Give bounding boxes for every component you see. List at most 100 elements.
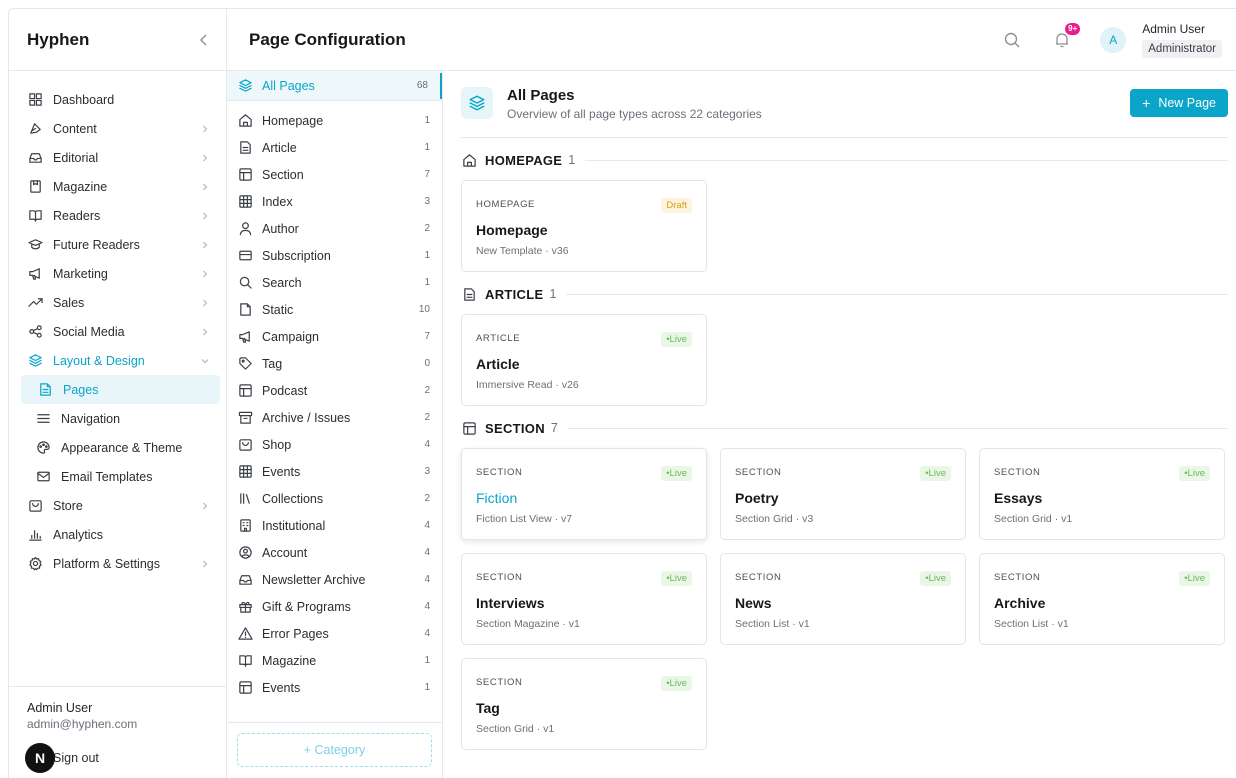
category-events[interactable]: Events 3 — [227, 458, 442, 485]
sidebar-item-dashboard[interactable]: Dashboard — [9, 85, 226, 114]
sidebar-item-editorial[interactable]: Editorial — [9, 143, 226, 172]
page-groups: HOMEPAGE 1 HOMEPAGE Draft Homepage New T… — [461, 148, 1228, 750]
sidebar-item-label: Layout & Design — [53, 353, 145, 368]
category-label: Gift & Programs — [262, 599, 351, 614]
content-title: All Pages — [507, 87, 575, 104]
content-header: All Pages Overview of all page types acr… — [461, 87, 1228, 138]
content-panel: All Pages Overview of all page types acr… — [443, 71, 1236, 778]
content-icon — [27, 121, 43, 137]
tag-icon — [237, 356, 253, 372]
group-count: 1 — [549, 287, 557, 301]
category-newsletter-archive[interactable]: Newsletter Archive 4 — [227, 566, 442, 593]
card-name: Essays — [994, 490, 1043, 506]
category-label: Static — [262, 302, 294, 317]
chevron-right-icon — [200, 211, 210, 221]
page-card[interactable]: SECTION •Live Tag Section Grid · v1 — [461, 658, 707, 750]
chevron-right-icon — [200, 298, 210, 308]
sidebar-item-sales[interactable]: Sales — [9, 288, 226, 317]
category-error-pages[interactable]: Error Pages 4 — [227, 620, 442, 647]
group-header: HOMEPAGE 1 — [461, 148, 1228, 172]
card-type: SECTION — [476, 572, 523, 583]
category-section[interactable]: Section 7 — [227, 161, 442, 188]
category-account[interactable]: Account 4 — [227, 539, 442, 566]
page-card[interactable]: SECTION •Live Fiction Fiction List View … — [461, 448, 707, 540]
sidebar-item-readers[interactable]: Readers — [9, 201, 226, 230]
notifications-button[interactable]: 9+ — [1052, 22, 1081, 50]
category-article[interactable]: Article 1 — [227, 134, 442, 161]
sidebar-item-label: Navigation — [61, 411, 121, 426]
sign-out-button[interactable]: N Sign out — [25, 743, 208, 773]
category-search[interactable]: Search 1 — [227, 269, 442, 296]
category-archive-issues[interactable]: Archive / Issues 2 — [227, 404, 442, 431]
n-logo-icon[interactable]: N — [25, 743, 55, 773]
card-grid: HOMEPAGE Draft Homepage New Template · v… — [461, 180, 1228, 272]
category-campaign[interactable]: Campaign 7 — [227, 323, 442, 350]
category-all-pages[interactable]: All Pages 68 — [227, 71, 442, 101]
category-tag[interactable]: Tag 0 — [227, 350, 442, 377]
category-author[interactable]: Author 2 — [227, 215, 442, 242]
category-count: 1 — [424, 277, 430, 288]
category-count: 4 — [424, 601, 430, 612]
sidebar-item-label: Readers — [53, 208, 101, 223]
sidebar-item-email-templates[interactable]: Email Templates — [9, 462, 226, 491]
category-shop[interactable]: Shop 4 — [227, 431, 442, 458]
sidebar-item-navigation[interactable]: Navigation — [9, 404, 226, 433]
chevron-right-icon — [200, 269, 210, 279]
category-magazine[interactable]: Magazine 1 — [227, 647, 442, 674]
category-collections[interactable]: Collections 2 — [227, 485, 442, 512]
page-card[interactable]: SECTION •Live Archive Section List · v1 — [979, 553, 1225, 645]
sidebar-item-analytics[interactable]: Analytics — [9, 520, 226, 549]
card-name: Archive — [994, 595, 1046, 611]
category-static[interactable]: Static 10 — [227, 296, 442, 323]
group-header: ARTICLE 1 — [461, 282, 1228, 306]
category-index[interactable]: Index 3 — [227, 188, 442, 215]
sidebar-item-label: Marketing — [53, 266, 108, 281]
page-card[interactable]: SECTION •Live Interviews Section Magazin… — [461, 553, 707, 645]
sidebar-item-layout-design[interactable]: Layout & Design — [9, 346, 226, 375]
collapse-sidebar-icon[interactable] — [198, 33, 210, 47]
user-icon — [237, 221, 253, 237]
search-icon[interactable] — [1002, 30, 1022, 50]
category-subscription[interactable]: Subscription 1 — [227, 242, 442, 269]
add-category-button[interactable]: + Category — [237, 733, 432, 767]
page-card[interactable]: SECTION •Live Poetry Section Grid · v3 — [720, 448, 966, 540]
sidebar-item-magazine[interactable]: Magazine — [9, 172, 226, 201]
card-type: HOMEPAGE — [476, 199, 535, 210]
page-card[interactable]: SECTION •Live Essays Section Grid · v1 — [979, 448, 1225, 540]
category-list: Homepage 1 Article 1 Section 7 Index 3 A… — [227, 101, 442, 701]
dashboard-icon — [27, 92, 43, 108]
category-panel: All Pages 68 Homepage 1 Article 1 Sectio… — [227, 71, 443, 778]
chevron-right-icon — [200, 182, 210, 192]
sidebar-item-label: Store — [53, 498, 83, 513]
category-podcast[interactable]: Podcast 2 — [227, 377, 442, 404]
category-homepage[interactable]: Homepage 1 — [227, 107, 442, 134]
category-count: 7 — [424, 331, 430, 342]
avatar[interactable]: A — [1100, 26, 1127, 53]
chevron-right-icon — [200, 240, 210, 250]
page-card[interactable]: ARTICLE •Live Article Immersive Read · v… — [461, 314, 707, 406]
notification-badge: 9+ — [1065, 22, 1081, 35]
card-meta: Section List · v1 — [994, 618, 1069, 630]
sidebar-item-platform-settings[interactable]: Platform & Settings — [9, 549, 226, 578]
sidebar-item-marketing[interactable]: Marketing — [9, 259, 226, 288]
category-events[interactable]: Events 1 — [227, 674, 442, 701]
sidebar-item-store[interactable]: Store — [9, 491, 226, 520]
category-gift-programs[interactable]: Gift & Programs 4 — [227, 593, 442, 620]
category-institutional[interactable]: Institutional 4 — [227, 512, 442, 539]
sidebar-item-pages[interactable]: Pages — [21, 375, 220, 404]
category-count: 1 — [424, 655, 430, 666]
category-count: 68 — [416, 80, 428, 91]
sidebar-item-social-media[interactable]: Social Media — [9, 317, 226, 346]
card-meta: Section Grid · v3 — [735, 513, 814, 525]
sidebar-item-appearance-theme[interactable]: Appearance & Theme — [9, 433, 226, 462]
sidebar-item-label: Magazine — [53, 179, 108, 194]
user-menu[interactable]: Admin User Administrator — [1142, 22, 1222, 58]
sidebar-item-content[interactable]: Content — [9, 114, 226, 143]
page-card[interactable]: HOMEPAGE Draft Homepage New Template · v… — [461, 180, 707, 272]
page-card[interactable]: SECTION •Live News Section List · v1 — [720, 553, 966, 645]
building-icon — [237, 518, 253, 534]
new-page-button[interactable]: + New Page — [1130, 89, 1228, 117]
card-name: News — [735, 595, 772, 611]
sidebar-item-future-readers[interactable]: Future Readers — [9, 230, 226, 259]
graduation-icon — [27, 237, 43, 253]
